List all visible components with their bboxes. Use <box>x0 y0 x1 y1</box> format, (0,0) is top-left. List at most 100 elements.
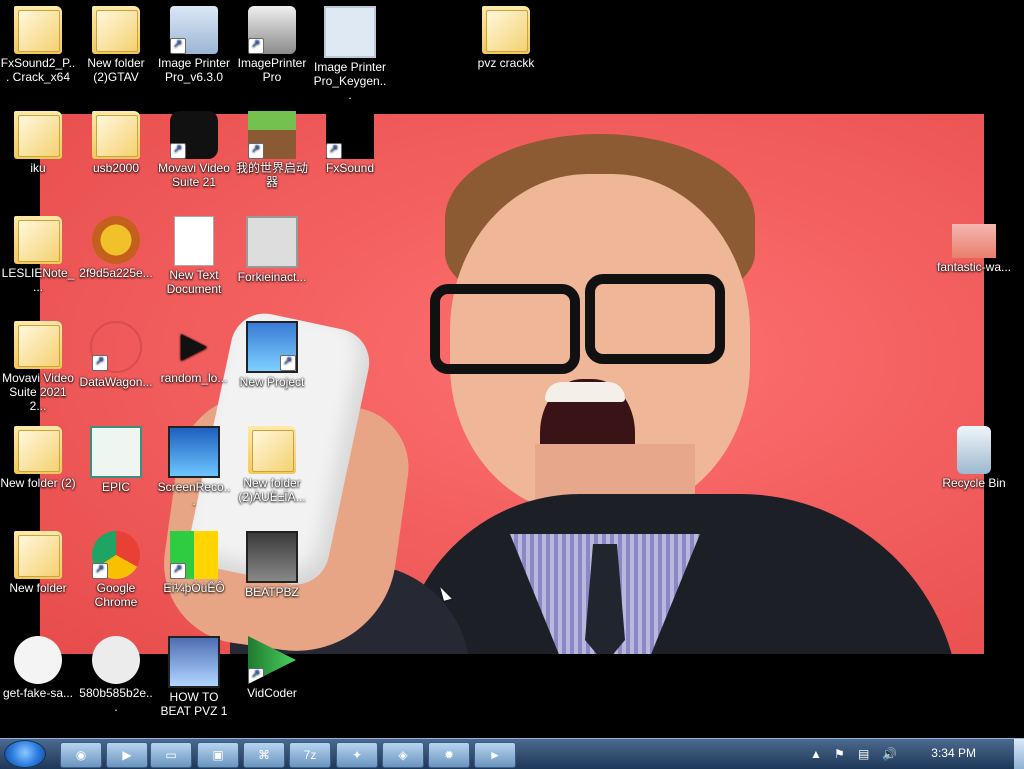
taskbar-7zip-button[interactable]: 7z <box>289 742 331 768</box>
folder-icon <box>92 6 140 54</box>
desktop-icon-beatpbz[interactable]: BEATPBZ <box>234 531 310 599</box>
tiles-icon <box>170 531 218 579</box>
desktop-icon-new-folder-gtav[interactable]: New folder (2)GTAV <box>78 6 154 84</box>
taskbar-vidcoder-button[interactable]: ► <box>474 742 516 768</box>
image-icon <box>92 216 140 264</box>
desktop-icon-new-project[interactable]: New Project <box>234 321 310 389</box>
shortcut-arrow-icon <box>92 354 108 371</box>
folder-icon <box>248 426 296 474</box>
network-icon[interactable]: ▤ <box>858 747 869 761</box>
chrome-icon <box>92 531 140 579</box>
shortcut-arrow-icon <box>170 562 186 579</box>
desktop-icon-label: 2f9d5a225e... <box>79 266 153 280</box>
desktop-icon-usb2000[interactable]: usb2000 <box>78 111 154 175</box>
taskbar-media-player-button[interactable]: ▶ <box>106 742 148 768</box>
taskbar-screenshot-button[interactable]: ▣ <box>197 742 239 768</box>
desktop-icon-minecraft-launcher[interactable]: 我的世界启动器 <box>234 111 310 189</box>
generic-app-icon: ✦ <box>351 748 363 762</box>
desktop-icon-label: fantastic-wa... <box>936 260 1012 274</box>
minecraft-icon <box>248 111 296 159</box>
video-project-icon <box>168 636 220 688</box>
clock[interactable]: 3:34 PM <box>931 746 976 760</box>
desktop-icon-label: New folder (2)ÀUË±ÎA... <box>238 476 306 504</box>
wallpaper-glasses-left <box>430 284 580 374</box>
desktop-icon-image-printer-installer[interactable]: Image Printer Pro_v6.3.0 <box>156 6 232 84</box>
shortcut-arrow-icon <box>280 354 296 371</box>
volume-icon[interactable]: 🔊 <box>882 747 897 761</box>
desktop-icon-new-text-document[interactable]: New Text Document <box>156 216 232 296</box>
shortcut-arrow-icon <box>248 37 264 54</box>
desktop-icon-fantastic-wa[interactable]: fantastic-wa... <box>936 216 1012 274</box>
explorer-icon: ▭ <box>165 748 177 762</box>
screenshot-icon: ▣ <box>212 748 224 762</box>
desktop-icon-label: FxSound <box>325 161 375 175</box>
desktop-icon-tiles-app[interactable]: Eî¼þÒüÊÔ <box>156 531 232 595</box>
desktop-icon-2f9d5a225e[interactable]: 2f9d5a225e... <box>78 216 154 280</box>
desktop-icon-label: pvz crackk <box>477 56 535 70</box>
desktop-icon-label: usb2000 <box>92 161 140 175</box>
desktop-icon-imageprinter-pro[interactable]: ImagePrinter Pro <box>234 6 310 84</box>
desktop-icon-google-chrome[interactable]: Google Chrome <box>78 531 154 609</box>
desktop-icon-label: ImagePrinter Pro <box>237 56 307 84</box>
desktop-icon-fxsound2-crack[interactable]: FxSound2_P... Crack_x64 <box>0 6 76 84</box>
desktop-icon-pvz-crackk[interactable]: pvz crackk <box>468 6 544 70</box>
chrome-icon: ◉ <box>75 748 87 762</box>
7zip-icon: 7z <box>303 748 317 762</box>
desktop-icon-label: Forkieinact... <box>237 270 307 284</box>
video-project-icon <box>246 321 298 373</box>
action-center-icon[interactable]: ⚑ <box>834 747 845 761</box>
desktop-icon-how-to-beat-pvz-1[interactable]: HOW TO BEAT PVZ 1 <box>156 636 232 718</box>
shortcut-arrow-icon <box>248 667 264 684</box>
desktop-icon-datawagon[interactable]: DataWagon... <box>78 321 154 389</box>
desktop-icon-580b585b2e[interactable]: 580b585b2e... <box>78 636 154 714</box>
desktop-icon-random-lo[interactable]: ▶ random_lo... <box>156 321 232 385</box>
folder-icon <box>14 426 62 474</box>
desktop-icon-label: Movavi Video Suite 2021 2... <box>2 371 74 413</box>
desktop-icon-leslienote[interactable]: LESLIENote_... <box>0 216 76 294</box>
folder-icon <box>14 531 62 579</box>
shortcut-arrow-icon <box>92 562 108 579</box>
show-desktop-button[interactable] <box>1014 739 1024 769</box>
desktop-icon-movavi-video-suite-21[interactable]: Movavi Video Suite 21 <box>156 111 232 189</box>
desktop-icon-get-fake-sa[interactable]: get-fake-sa... <box>0 636 76 700</box>
desktop-icon-label: New Project <box>239 375 305 389</box>
movavi-icon <box>170 111 218 159</box>
desktop-icon-new-folder-2[interactable]: New folder (2) <box>0 426 76 490</box>
folder-icon <box>92 111 140 159</box>
desktop-icon-image-printer-keygen[interactable]: Image Printer Pro_Keygen... <box>312 6 388 102</box>
media-player-icon: ▶ <box>122 748 132 762</box>
fxsound-icon <box>326 111 374 159</box>
trollface-icon <box>92 636 140 684</box>
shortcut-arrow-icon <box>248 142 264 159</box>
desktop-icon-movavi-video-suite-2021[interactable]: Movavi Video Suite 2021 2... <box>0 321 76 413</box>
folder-icon <box>14 321 62 369</box>
taskbar-explorer-button[interactable]: ▭ <box>150 742 192 768</box>
desktop-icon-forkieinact[interactable]: Forkieinact... <box>234 216 310 284</box>
taskbar-control-panel-button[interactable]: ⌘ <box>243 742 285 768</box>
desktop-icon-label: Image Printer Pro_v6.3.0 <box>157 56 231 84</box>
folder-icon <box>14 216 62 264</box>
desktop-icon-vidcoder[interactable]: VidCoder <box>234 636 310 700</box>
desktop-icon-recycle-bin[interactable]: Recycle Bin <box>936 426 1012 490</box>
desktop-icon-label: BEATPBZ <box>245 585 299 599</box>
taskbar-settings-button[interactable]: ✹ <box>428 742 470 768</box>
desktop-icon-iku[interactable]: iku <box>0 111 76 175</box>
desktop-icon-epic[interactable]: EPIC <box>78 426 154 494</box>
desktop-icon-label: New folder (2)GTAV <box>87 56 145 84</box>
desktop-icon-label: Google Chrome <box>94 581 138 609</box>
desktop-icon-label: DataWagon... <box>79 375 153 389</box>
desktop-icon-screenreco[interactable]: ScreenReco... <box>156 426 232 508</box>
desktop-icon-new-folder-2-aue[interactable]: New folder (2)ÀUË±ÎA... <box>234 426 310 504</box>
taskbar-photos-button[interactable]: ◈ <box>382 742 424 768</box>
taskbar-generic-app-button[interactable]: ✦ <box>336 742 378 768</box>
folder-icon <box>14 6 62 54</box>
printer-icon <box>248 6 296 54</box>
taskbar-chrome-button[interactable]: ◉ <box>60 742 102 768</box>
desktop-icon-label: ScreenReco... <box>157 480 231 508</box>
shortcut-arrow-icon <box>326 142 342 159</box>
desktop-icon-fxsound[interactable]: FxSound <box>312 111 388 175</box>
start-button[interactable] <box>4 740 46 768</box>
show-hidden-icons-icon[interactable]: ▲ <box>810 747 822 761</box>
desktop-icon-label: LESLIENote_... <box>1 266 75 294</box>
desktop-icon-new-folder[interactable]: New folder <box>0 531 76 595</box>
